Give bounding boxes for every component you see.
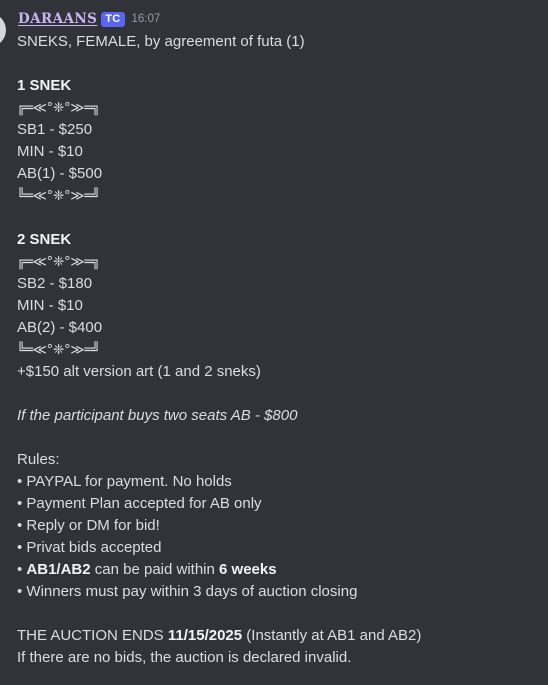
- rule-item: • Reply or DM for bid!: [17, 517, 160, 534]
- decorative-border-top: ╔═≪°❈°≫═╗: [17, 254, 100, 270]
- autobuy-2: AB(2) - $400: [17, 319, 103, 336]
- two-seats-note: If the participant buys two seats AB - $…: [17, 407, 298, 424]
- heading-1-snek: 1 SNEK: [17, 77, 72, 94]
- auction-end-suffix: (Instantly at AB1 and AB2): [242, 627, 422, 644]
- decorative-border-bottom: ╚═≪°❈°≫═╝: [17, 188, 100, 204]
- auction-end-prefix: THE AUCTION ENDS: [17, 627, 168, 644]
- rule-item-payment-window: • AB1/AB2 can be paid within 6 weeks: [17, 559, 542, 581]
- rules-heading: Rules:: [17, 451, 60, 468]
- message-content: SNEKS, FEMALE, by agreement of futa (1) …: [17, 31, 542, 669]
- no-bids-note: If there are no bids, the auction is dec…: [17, 649, 352, 666]
- auction-end-date: 11/15/2025: [167, 627, 243, 644]
- rule-item: • Payment Plan accepted for AB only: [17, 495, 262, 512]
- rule-item: • PAYPAL for payment. No holds: [17, 473, 232, 490]
- username[interactable]: DARAANS: [18, 11, 97, 27]
- decorative-border-top: ╔═≪°❈°≫═╗: [17, 100, 100, 116]
- autobuy-1: AB(1) - $500: [17, 165, 103, 182]
- alt-version-note: +$150 alt version art (1 and 2 sneks): [17, 363, 261, 380]
- heading-2-snek: 2 SNEK: [17, 231, 72, 248]
- bullet: •: [17, 561, 27, 578]
- rule-bold-ab: AB1/AB2: [26, 561, 91, 578]
- timestamp[interactable]: 16:07: [132, 13, 161, 25]
- rule-item: • Winners must pay within 3 days of auct…: [17, 583, 358, 600]
- starting-bid-1: SB1 - $250: [17, 121, 93, 138]
- decorative-border-bottom: ╚═≪°❈°≫═╝: [17, 342, 100, 358]
- rule-text: can be paid within: [90, 561, 220, 578]
- auction-end-line: THE AUCTION ENDS 11/15/2025 (Instantly a…: [17, 625, 542, 647]
- rule-bold-weeks: 6 weeks: [219, 561, 277, 578]
- message-header: DARAANS TC 16:07: [18, 9, 160, 29]
- starting-bid-2: SB2 - $180: [17, 275, 93, 292]
- min-increment-1: MIN - $10: [17, 143, 83, 160]
- server-tag-badge[interactable]: TC: [101, 11, 125, 27]
- message-line-title: SNEKS, FEMALE, by agreement of futa (1): [17, 33, 305, 50]
- avatar[interactable]: [0, 13, 6, 43]
- rule-item: • Privat bids accepted: [17, 539, 162, 556]
- min-increment-2: MIN - $10: [17, 297, 83, 314]
